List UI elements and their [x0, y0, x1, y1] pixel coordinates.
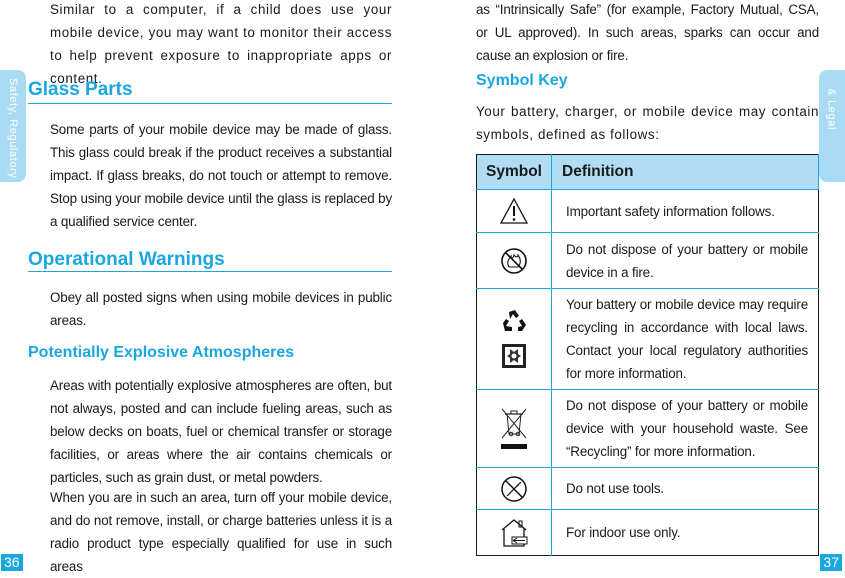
warning-triangle-icon	[499, 197, 529, 225]
definition-cell: Your battery or mobile device may requir…	[551, 288, 819, 390]
table-row: For indoor use only.	[476, 509, 819, 556]
symbol-cell	[476, 509, 552, 556]
side-tab-right: & Legal	[819, 70, 845, 182]
glass-parts-paragraph: Some parts of your mobile device may be …	[50, 122, 392, 229]
operational-warnings-paragraph: Obey all posted signs when using mobile …	[50, 290, 392, 328]
left-page: Safety, Regulatory Similar to a computer…	[0, 0, 422, 574]
table-header-row: Symbol Definition	[476, 154, 819, 190]
explosive-atmospheres-paragraph-1: Areas with potentially explosive atmosph…	[50, 378, 392, 485]
symbol-key-title: Symbol Key	[476, 72, 568, 89]
section-title-operational-warnings: Operational Warnings	[28, 249, 225, 270]
definition-cell: Do not dispose of your battery or mobile…	[551, 232, 819, 289]
table-row: Important safety information follows.	[476, 189, 819, 233]
explosive-atmospheres-paragraph-2: When you are in such an area, turn off y…	[50, 490, 392, 574]
battery-recycle-icon	[501, 343, 527, 369]
indoor-use-icon	[499, 517, 529, 549]
recycle-icon	[500, 309, 528, 335]
continued-paragraph: as “Intrinsically Safe” (for example, Fa…	[476, 2, 819, 63]
section-divider	[28, 271, 392, 272]
symbol-key-table: Symbol Definition Important safety infor…	[476, 154, 819, 556]
subsection-title-explosive-atmospheres: Potentially Explosive Atmospheres	[28, 344, 295, 361]
intro-paragraph: Similar to a computer, if a child does u…	[50, 2, 392, 86]
page-number-right: 37	[820, 554, 842, 571]
section-title-glass-parts: Glass Parts	[28, 79, 133, 100]
side-tab-label: & Legal	[826, 88, 838, 130]
definition-cell: For indoor use only.	[551, 509, 819, 556]
table-row: Do not dispose of your battery or mobile…	[476, 389, 819, 468]
table-row: Your battery or mobile device may requir…	[476, 288, 819, 390]
symbol-cell	[476, 189, 552, 233]
column-header-symbol: Symbol	[476, 154, 552, 190]
side-tab-left: Safety, Regulatory	[0, 70, 26, 182]
column-header-definition: Definition	[551, 154, 819, 190]
symbol-cell	[476, 467, 552, 510]
definition-cell: Do not use tools.	[551, 467, 819, 510]
side-tab-label: Safety, Regulatory	[7, 78, 19, 179]
page-number-left: 36	[1, 554, 23, 571]
table-row: Do not dispose of your battery or mobile…	[476, 232, 819, 289]
table-row: Do not use tools.	[476, 467, 819, 510]
symbol-cell	[476, 288, 552, 390]
no-fire-icon	[499, 246, 529, 276]
no-tools-icon	[499, 474, 529, 504]
crossed-bin-icon	[497, 406, 531, 452]
definition-cell: Important safety information follows.	[551, 189, 819, 233]
definition-cell: Do not dispose of your battery or mobile…	[551, 389, 819, 468]
symbol-cell	[476, 232, 552, 289]
symbol-cell	[476, 389, 552, 468]
section-divider	[28, 103, 392, 104]
symbol-key-intro: Your battery, charger, or mobile device …	[476, 104, 819, 142]
